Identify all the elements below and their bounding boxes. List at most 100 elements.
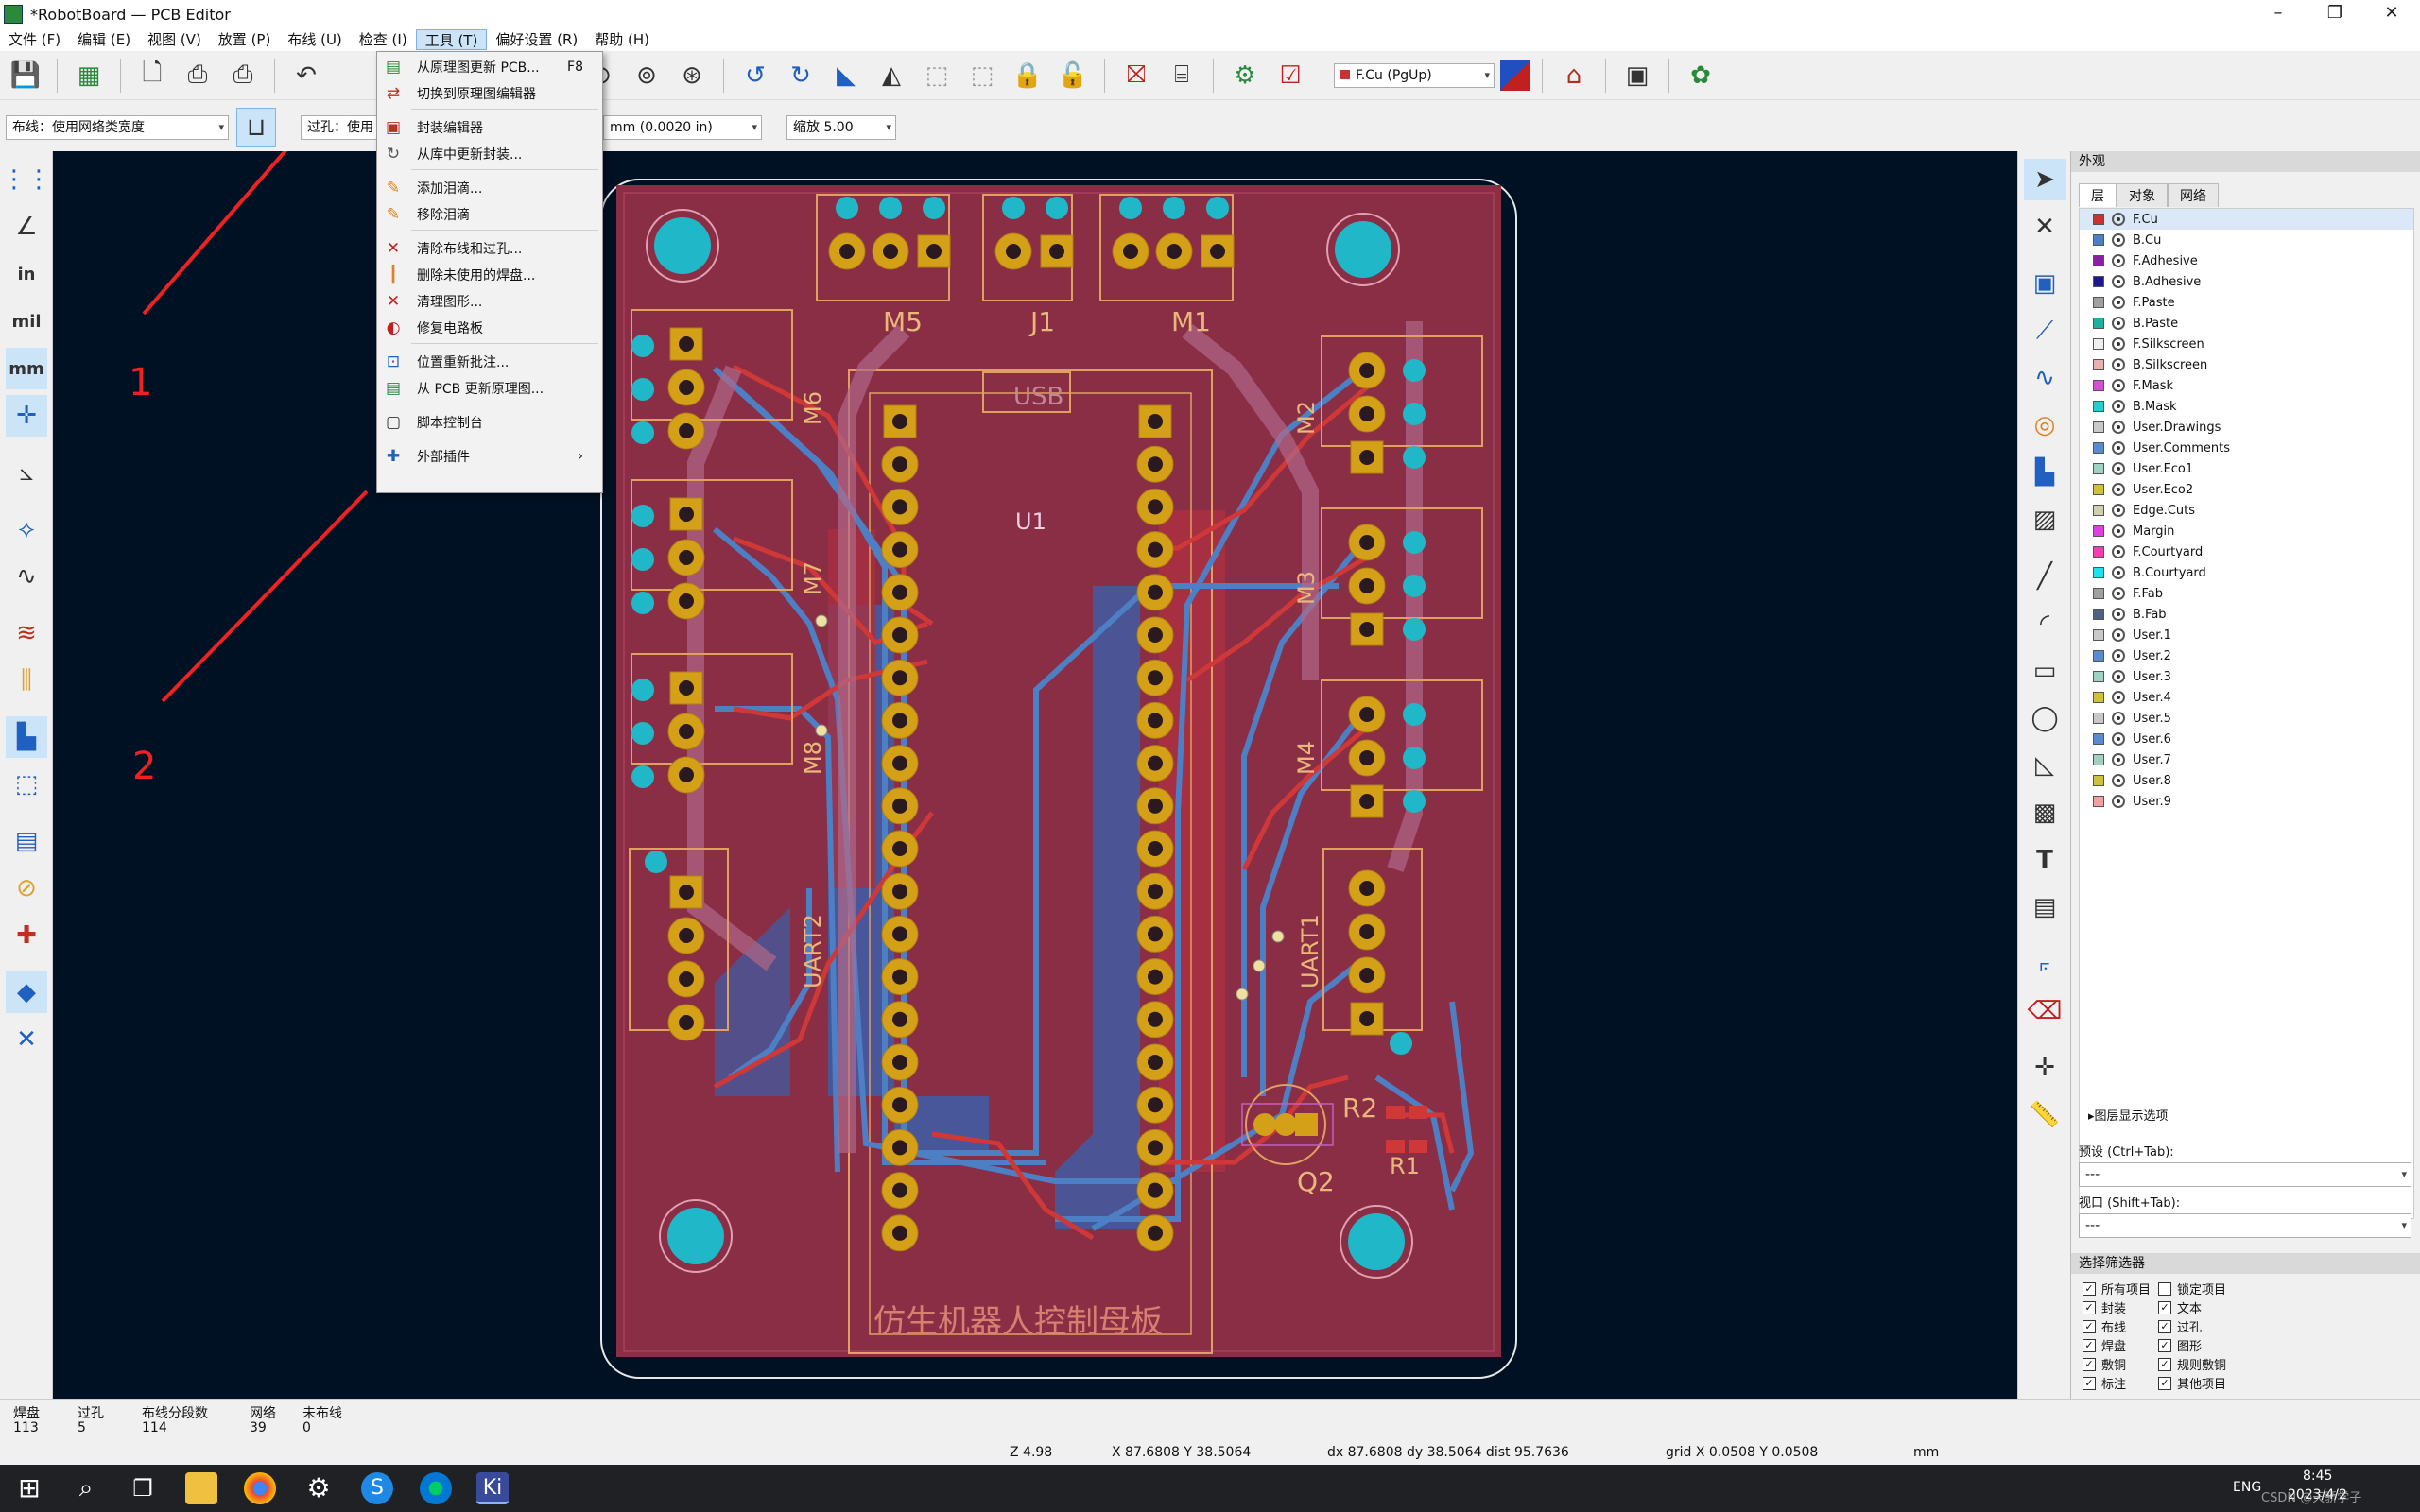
plot-icon[interactable]: ⎙ — [223, 56, 263, 95]
edge-icon[interactable] — [420, 1472, 452, 1504]
angle-constraint-icon[interactable]: ⦣ — [6, 452, 47, 493]
filter-item[interactable]: ✓ 其他项目 — [2158, 1374, 2226, 1392]
layer-color-swatch[interactable] — [2093, 671, 2104, 682]
tools-menu-item[interactable]: ✚ 外部插件 › — [377, 443, 602, 470]
units-mil-icon[interactable]: mil — [6, 301, 47, 342]
visibility-eye-icon[interactable] — [2112, 504, 2125, 517]
zoom-selection-icon[interactable]: ⊛ — [672, 56, 712, 95]
filter-item[interactable]: ✓ 所有项目 — [2083, 1280, 2151, 1297]
layer-color-swatch[interactable] — [2093, 733, 2104, 745]
visibility-eye-icon[interactable] — [2112, 732, 2125, 746]
layer-color-swatch[interactable] — [2093, 463, 2104, 474]
layer-row[interactable]: F.Silkscreen — [2080, 334, 2413, 354]
lock-icon[interactable]: 🔒 — [1008, 56, 1047, 95]
via-outline-icon[interactable]: ⫼ — [6, 660, 47, 701]
layer-row[interactable]: B.Mask — [2080, 396, 2413, 417]
units-inch-icon[interactable]: in — [6, 253, 47, 295]
draw-circle-icon[interactable]: ◯ — [2024, 697, 2066, 739]
layer-color-swatch[interactable] — [2093, 692, 2104, 703]
visibility-eye-icon[interactable] — [2112, 233, 2125, 247]
visibility-eye-icon[interactable] — [2112, 400, 2125, 413]
filter-checkbox[interactable] — [2158, 1281, 2171, 1296]
filter-item[interactable]: ✓ 封装 — [2083, 1298, 2126, 1316]
visibility-eye-icon[interactable] — [2112, 483, 2125, 496]
menu-view[interactable]: 视图 (V) — [139, 29, 210, 50]
add-textbox-icon[interactable]: ▤ — [2024, 886, 2066, 928]
visibility-eye-icon[interactable] — [2112, 628, 2125, 642]
visibility-eye-icon[interactable] — [2112, 670, 2125, 683]
filter-checkbox[interactable]: ✓ — [2158, 1338, 2171, 1352]
visibility-eye-icon[interactable] — [2112, 649, 2125, 662]
visibility-eye-icon[interactable] — [2112, 524, 2125, 538]
menu-edit[interactable]: 编辑 (E) — [69, 29, 139, 50]
filter-item[interactable]: ✓ 敷铜 — [2083, 1355, 2126, 1373]
visibility-eye-icon[interactable] — [2112, 275, 2125, 288]
ratsnest-icon[interactable]: ⟡ — [6, 508, 47, 550]
kicad-icon[interactable]: Ki — [476, 1472, 509, 1504]
visibility-eye-icon[interactable] — [2112, 254, 2125, 267]
filter-checkbox[interactable]: ✓ — [2083, 1357, 2096, 1371]
visibility-eye-icon[interactable] — [2112, 795, 2125, 808]
print-icon[interactable]: ⎙ — [178, 56, 217, 95]
layer-row[interactable]: User.2 — [2080, 645, 2413, 666]
filter-item[interactable]: ✓ 图形 — [2158, 1336, 2202, 1354]
tools-icon[interactable]: ✕ — [6, 1019, 47, 1060]
layer-color-swatch[interactable] — [2093, 546, 2104, 558]
menu-file[interactable]: 文件 (F) — [0, 29, 69, 50]
visibility-eye-icon[interactable] — [2112, 296, 2125, 309]
flip-icon[interactable]: ◣ — [826, 56, 866, 95]
skype-icon[interactable]: S — [361, 1472, 393, 1504]
layer-row[interactable]: B.Courtyard — [2080, 562, 2413, 583]
layer-row[interactable]: User.Eco1 — [2080, 458, 2413, 479]
polar-coords-icon[interactable]: ∠ — [6, 206, 47, 248]
menu-inspect[interactable]: 检查 (I) — [351, 29, 416, 50]
pcb-canvas[interactable]: M5 J1 M1 USB U1 Q2 R2 R1 仿生机器人控制母板 M6 M7… — [53, 151, 2017, 1399]
layer-row[interactable]: B.Adhesive — [2080, 271, 2413, 292]
footprint-checker-icon[interactable]: ⌸ — [1162, 56, 1201, 95]
task-view-icon[interactable]: ❐ — [127, 1472, 159, 1504]
search-icon[interactable]: ⌕ — [70, 1472, 102, 1504]
menu-tools[interactable]: 工具 (T) — [415, 29, 488, 50]
visibility-eye-icon[interactable] — [2112, 712, 2125, 725]
zone-fill-icon[interactable]: ▙ — [6, 716, 47, 758]
plugin-icon[interactable]: ✿ — [1681, 56, 1720, 95]
tools-menu-item[interactable]: ↻ 从库中更新封装... — [377, 141, 602, 167]
page-settings-icon[interactable]: 🗋 — [132, 56, 172, 95]
layer-display-options[interactable]: ▸图层显示选项 — [2088, 1106, 2169, 1124]
layer-row[interactable]: User.Drawings — [2080, 417, 2413, 438]
net-highlight-icon[interactable]: ⊘ — [6, 868, 47, 909]
add-via-icon[interactable]: ◎ — [2024, 404, 2066, 446]
tune-length-icon[interactable]: ∿ — [2024, 357, 2066, 399]
layer-color-swatch[interactable] — [2093, 359, 2104, 370]
layer-row[interactable]: B.Paste — [2080, 313, 2413, 334]
tab-layers[interactable]: 层 — [2079, 183, 2117, 207]
netlist-icon[interactable]: ⚙ — [1225, 56, 1265, 95]
mirror-icon[interactable]: ◭ — [872, 56, 911, 95]
layer-color-swatch[interactable] — [2093, 609, 2104, 620]
layer-row[interactable]: User.5 — [2080, 708, 2413, 729]
filter-checkbox[interactable]: ✓ — [2158, 1300, 2171, 1314]
layer-row[interactable]: User.3 — [2080, 666, 2413, 687]
layer-color-swatch[interactable] — [2093, 338, 2104, 350]
layer-color-swatch[interactable] — [2093, 796, 2104, 807]
filter-checkbox[interactable]: ✓ — [2083, 1281, 2096, 1296]
add-dimension-icon[interactable]: ⟔ — [2024, 943, 2066, 985]
layer-row[interactable]: F.Fab — [2080, 583, 2413, 604]
undo-icon[interactable]: ↶ — [286, 56, 326, 95]
net-colors-icon[interactable]: ✚ — [6, 915, 47, 956]
tab-objects[interactable]: 对象 — [2117, 183, 2168, 207]
tools-menu-item[interactable]: ▤ 从 PCB 更新原理图... — [377, 375, 602, 402]
place-origin-icon[interactable]: ✛ — [2024, 1047, 2066, 1089]
filter-checkbox[interactable]: ✓ — [2158, 1357, 2171, 1371]
chrome-icon[interactable] — [244, 1472, 276, 1504]
visibility-eye-icon[interactable] — [2112, 337, 2125, 351]
tools-menu-item[interactable]: ▤ 从原理图更新 PCB... F8 — [377, 54, 602, 80]
layer-color-swatch[interactable] — [2093, 401, 2104, 412]
via-size-select[interactable]: 过孔：使用 — [301, 115, 376, 140]
tools-menu-item[interactable]: ◐ 修复电路板 — [377, 315, 602, 341]
zoom-objects-icon[interactable]: ⊚ — [627, 56, 666, 95]
layer-color-swatch[interactable] — [2093, 505, 2104, 516]
tab-nets[interactable]: 网络 — [2168, 183, 2219, 207]
local-ratsnest-icon[interactable]: ✕ — [2024, 206, 2066, 248]
visibility-eye-icon[interactable] — [2112, 462, 2125, 475]
